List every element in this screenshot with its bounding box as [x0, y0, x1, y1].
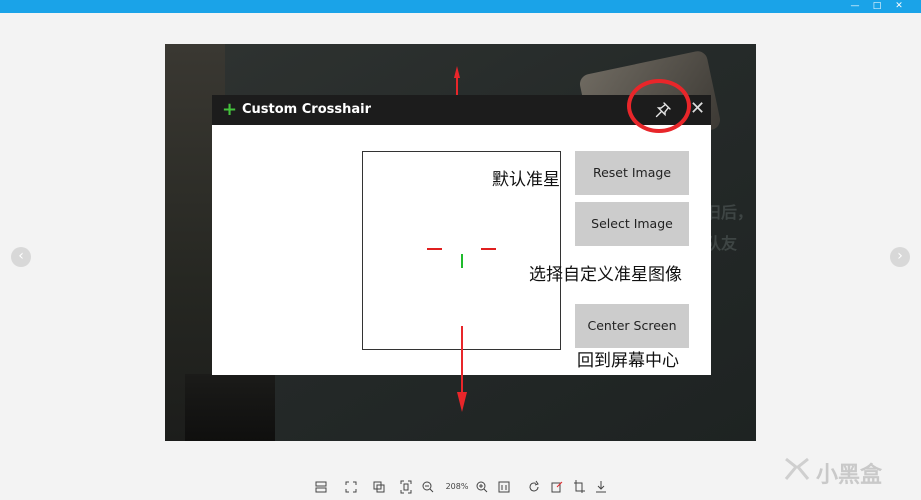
annotation-circle	[627, 79, 691, 133]
center-screen-button[interactable]: Center Screen	[575, 304, 689, 348]
background-text: 旧后，	[705, 203, 754, 222]
annotation-arrow-down	[457, 326, 467, 412]
edit-icon[interactable]	[551, 478, 563, 496]
close-window-button[interactable]: ✕	[892, 0, 906, 13]
thumbnail-icon[interactable]	[315, 478, 327, 496]
plus-icon: +	[222, 99, 238, 120]
zoom-level: 208%	[445, 482, 469, 491]
minimize-button[interactable]: —	[848, 0, 862, 13]
viewer-toolbar: 208%	[311, 478, 611, 496]
watermark: 小黑盒	[782, 451, 902, 488]
crosshair-left-line	[427, 248, 442, 250]
window-titlebar: — □ ✕	[0, 0, 921, 13]
rotate-icon[interactable]	[528, 478, 540, 496]
actual-size-icon[interactable]	[498, 478, 510, 496]
annotation-select-custom: 选择自定义准星图像	[529, 265, 682, 285]
annotation-center-screen: 回到屏幕中心	[577, 351, 679, 371]
crosshair-center-line	[461, 254, 463, 268]
zoom-out-icon[interactable]	[422, 478, 434, 496]
annotation-default-crosshair: 默认准星	[492, 170, 560, 190]
close-icon[interactable]: ✕	[690, 99, 705, 119]
zoom-in-icon[interactable]	[476, 478, 488, 496]
fit-screen-icon[interactable]	[345, 478, 357, 496]
watermark-logo	[784, 457, 810, 480]
maximize-button[interactable]: □	[870, 0, 884, 13]
crosshair-right-line	[481, 248, 496, 250]
crop-icon[interactable]	[573, 478, 585, 496]
prev-image-button[interactable]: ‹	[11, 247, 31, 267]
watermark-text: 小黑盒	[816, 463, 883, 488]
compare-icon[interactable]	[373, 478, 385, 496]
reset-image-button[interactable]: Reset Image	[575, 151, 689, 195]
next-image-button[interactable]: ›	[890, 247, 910, 267]
download-icon[interactable]	[595, 478, 607, 496]
background-shadow	[185, 374, 275, 441]
select-image-button[interactable]: Select Image	[575, 202, 689, 246]
app-title: Custom Crosshair	[242, 102, 372, 117]
fullscreen-icon[interactable]	[400, 478, 412, 496]
